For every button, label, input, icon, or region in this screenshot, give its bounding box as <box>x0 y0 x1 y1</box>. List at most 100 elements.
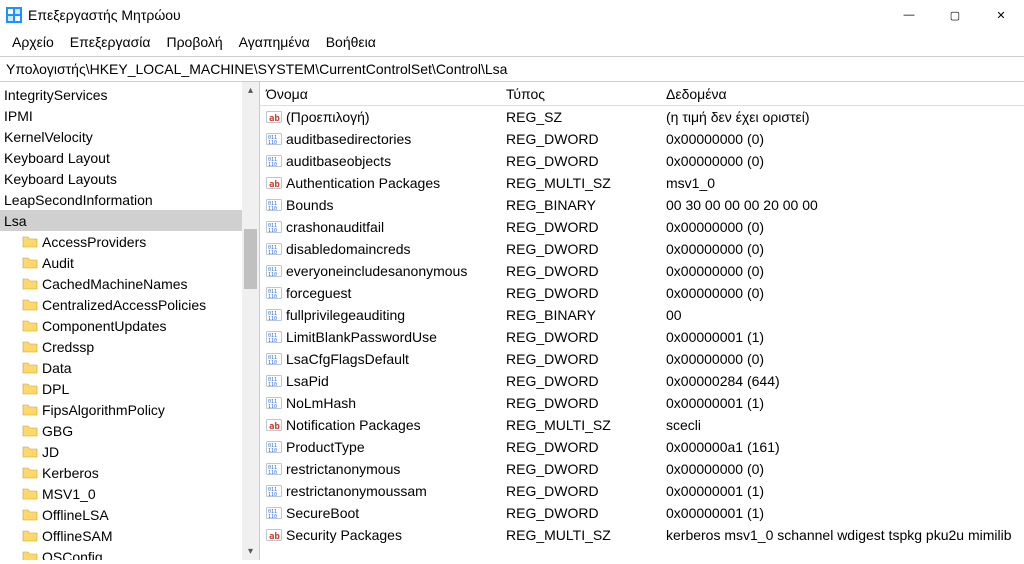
tree-item-label: MSV1_0 <box>42 486 96 502</box>
tree-item[interactable]: Keyboard Layout <box>0 147 259 168</box>
list-row[interactable]: LsaCfgFlagsDefaultREG_DWORD0x00000000 (0… <box>260 348 1024 370</box>
tree-item[interactable]: OSConfig <box>0 546 259 560</box>
value-data: 0x00000001 (1) <box>660 329 1024 345</box>
column-data[interactable]: Δεδομένα <box>660 84 1024 104</box>
tree-item-label: GBG <box>42 423 73 439</box>
tree-item[interactable]: GBG <box>0 420 259 441</box>
tree-item[interactable]: FipsAlgorithmPolicy <box>0 399 259 420</box>
tree-item[interactable]: OfflineSAM <box>0 525 259 546</box>
tree-item[interactable]: KernelVelocity <box>0 126 259 147</box>
string-value-icon <box>266 109 282 125</box>
value-type: REG_DWORD <box>500 241 660 257</box>
tree-item[interactable]: Lsa <box>0 210 259 231</box>
list-row[interactable]: restrictanonymousREG_DWORD0x00000000 (0) <box>260 458 1024 480</box>
folder-icon <box>22 528 38 544</box>
tree-item-label: ComponentUpdates <box>42 318 167 334</box>
list-row[interactable]: BoundsREG_BINARY00 30 00 00 00 20 00 00 <box>260 194 1024 216</box>
list-row[interactable]: LimitBlankPasswordUseREG_DWORD0x00000001… <box>260 326 1024 348</box>
binary-value-icon <box>266 351 282 367</box>
string-value-icon <box>266 417 282 433</box>
tree-item[interactable]: Data <box>0 357 259 378</box>
tree-item[interactable]: AccessProviders <box>0 231 259 252</box>
tree-item[interactable]: LeapSecondInformation <box>0 189 259 210</box>
list-header: Όνομα Τύπος Δεδομένα <box>260 82 1024 106</box>
folder-icon <box>22 465 38 481</box>
menubar: Αρχείο Επεξεργασία Προβολή Αγαπημένα Βοή… <box>0 30 1024 56</box>
value-data: 0x00000001 (1) <box>660 483 1024 499</box>
list-row[interactable]: disabledomaincredsREG_DWORD0x00000000 (0… <box>260 238 1024 260</box>
binary-value-icon <box>266 461 282 477</box>
tree-item[interactable]: DPL <box>0 378 259 399</box>
tree-item[interactable]: ComponentUpdates <box>0 315 259 336</box>
list-row[interactable]: ProductTypeREG_DWORD0x000000a1 (161) <box>260 436 1024 458</box>
list-row[interactable]: fullprivilegeauditingREG_BINARY00 <box>260 304 1024 326</box>
folder-icon <box>22 234 38 250</box>
value-data: 0x00000000 (0) <box>660 131 1024 147</box>
menu-edit[interactable]: Επεξεργασία <box>64 32 157 52</box>
list-row[interactable]: Authentication PackagesREG_MULTI_SZmsv1_… <box>260 172 1024 194</box>
tree-item[interactable]: Keyboard Layouts <box>0 168 259 189</box>
list-row[interactable]: NoLmHashREG_DWORD0x00000001 (1) <box>260 392 1024 414</box>
list-row[interactable]: forceguestREG_DWORD0x00000000 (0) <box>260 282 1024 304</box>
tree-item-label: Data <box>42 360 72 376</box>
scroll-thumb[interactable] <box>244 229 257 289</box>
tree-item-label: FipsAlgorithmPolicy <box>42 402 165 418</box>
value-type: REG_DWORD <box>500 461 660 477</box>
maximize-button[interactable]: ▢ <box>932 0 978 30</box>
list-row[interactable]: restrictanonymoussamREG_DWORD0x00000001 … <box>260 480 1024 502</box>
value-name: LimitBlankPasswordUse <box>286 329 500 345</box>
address-bar[interactable]: Υπολογιστής\HKEY_LOCAL_MACHINE\SYSTEM\Cu… <box>0 56 1024 82</box>
value-type: REG_DWORD <box>500 505 660 521</box>
value-data: 00 <box>660 307 1024 323</box>
minimize-button[interactable]: — <box>886 0 932 30</box>
tree-item-label: OSConfig <box>42 549 103 561</box>
column-name[interactable]: Όνομα <box>260 84 500 104</box>
binary-value-icon <box>266 439 282 455</box>
value-type: REG_SZ <box>500 109 660 125</box>
scroll-up-icon[interactable]: ▴ <box>242 82 259 99</box>
list-row[interactable]: Notification PackagesREG_MULTI_SZscecli <box>260 414 1024 436</box>
list-row[interactable]: crashonauditfailREG_DWORD0x00000000 (0) <box>260 216 1024 238</box>
tree-item[interactable]: IPMI <box>0 105 259 126</box>
list-row[interactable]: Security PackagesREG_MULTI_SZkerberos ms… <box>260 524 1024 546</box>
menu-view[interactable]: Προβολή <box>160 32 228 52</box>
menu-help[interactable]: Βοήθεια <box>320 32 382 52</box>
tree-item[interactable]: CentralizedAccessPolicies <box>0 294 259 315</box>
list-row[interactable]: everyoneincludesanonymousREG_DWORD0x0000… <box>260 260 1024 282</box>
binary-value-icon <box>266 505 282 521</box>
value-data: (η τιμή δεν έχει οριστεί) <box>660 109 1024 125</box>
value-data: msv1_0 <box>660 175 1024 191</box>
value-data: 0x00000284 (644) <box>660 373 1024 389</box>
tree-item[interactable]: Kerberos <box>0 462 259 483</box>
window-title: Επεξεργαστής Μητρώου <box>28 7 181 23</box>
value-name: fullprivilegeauditing <box>286 307 500 323</box>
close-button[interactable]: ✕ <box>978 0 1024 30</box>
binary-value-icon <box>266 395 282 411</box>
folder-icon <box>22 255 38 271</box>
list-row[interactable]: (Προεπιλογή)REG_SZ(η τιμή δεν έχει οριστ… <box>260 106 1024 128</box>
tree-scrollbar[interactable]: ▴ ▾ <box>242 82 259 560</box>
tree-item[interactable]: IntegrityServices <box>0 84 259 105</box>
tree-item[interactable]: JD <box>0 441 259 462</box>
list-row[interactable]: auditbaseobjectsREG_DWORD0x00000000 (0) <box>260 150 1024 172</box>
tree-item[interactable]: MSV1_0 <box>0 483 259 504</box>
list-row[interactable]: auditbasedirectoriesREG_DWORD0x00000000 … <box>260 128 1024 150</box>
string-value-icon <box>266 175 282 191</box>
scroll-down-icon[interactable]: ▾ <box>242 543 259 560</box>
tree-item[interactable]: Credssp <box>0 336 259 357</box>
folder-icon <box>22 276 38 292</box>
binary-value-icon <box>266 153 282 169</box>
menu-favorites[interactable]: Αγαπημένα <box>233 32 316 52</box>
list-row[interactable]: LsaPidREG_DWORD0x00000284 (644) <box>260 370 1024 392</box>
list-row[interactable]: SecureBootREG_DWORD0x00000001 (1) <box>260 502 1024 524</box>
tree-item[interactable]: OfflineLSA <box>0 504 259 525</box>
folder-icon <box>22 507 38 523</box>
column-type[interactable]: Τύπος <box>500 84 660 104</box>
tree-item[interactable]: CachedMachineNames <box>0 273 259 294</box>
value-type: REG_DWORD <box>500 131 660 147</box>
tree-item[interactable]: Audit <box>0 252 259 273</box>
value-data: 0x00000000 (0) <box>660 351 1024 367</box>
menu-file[interactable]: Αρχείο <box>6 32 60 52</box>
folder-icon <box>22 381 38 397</box>
tree-item-label: CentralizedAccessPolicies <box>42 297 206 313</box>
